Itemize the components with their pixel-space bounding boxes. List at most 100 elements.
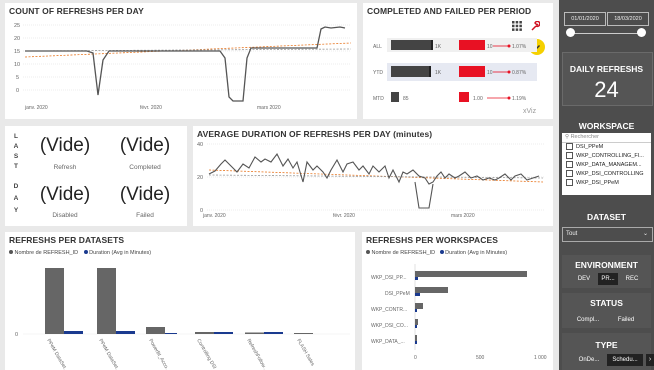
disabled-caption: Disabled bbox=[52, 212, 78, 219]
date-to[interactable]: 18/03/2020 bbox=[607, 12, 649, 26]
type-ondemand-button[interactable]: OnDe... bbox=[574, 354, 604, 366]
date-slider-track[interactable] bbox=[571, 33, 641, 34]
x-tick: févr. 2020 bbox=[333, 213, 355, 219]
last-day-card: LAST DAY (Vide) Refresh (Vide) Completed… bbox=[5, 126, 187, 226]
row-label: MTD bbox=[373, 96, 384, 102]
x-tick: 1 000 bbox=[534, 355, 547, 361]
completed-caption: Completed bbox=[129, 164, 161, 171]
dataset-label: DATASET bbox=[587, 212, 626, 222]
row-count: 1K bbox=[435, 44, 442, 50]
per-workspaces-card: REFRESHS PER WORKSPACES Nombre de REFRES… bbox=[362, 232, 553, 370]
date-from[interactable]: 01/01/2020 bbox=[564, 12, 606, 26]
row-count: 85 bbox=[403, 96, 409, 102]
status-label: STATUS bbox=[590, 298, 623, 308]
x-tick: mars 2020 bbox=[451, 213, 475, 219]
date-slider-start-handle[interactable] bbox=[566, 28, 575, 37]
workspace-item[interactable]: WKP_DATA_MANAGEM... bbox=[566, 161, 651, 170]
avg-duration-card: AVERAGE DURATION OF REFRESHS PER DAY (mi… bbox=[193, 126, 553, 226]
chevron-down-icon: ⌄ bbox=[642, 231, 648, 237]
row-label: YTD bbox=[373, 70, 383, 76]
x-tick: mars 2020 bbox=[257, 105, 281, 111]
daily-refresh-label: DAILY REFRESHS bbox=[569, 64, 644, 74]
y-tick: 10 bbox=[14, 62, 20, 68]
row-fail: 1.00 bbox=[473, 96, 483, 102]
category-label: WKP_DATA_... bbox=[371, 339, 405, 345]
status-completed-button[interactable]: Compl... bbox=[573, 314, 603, 326]
date-slider-end-handle[interactable] bbox=[637, 28, 646, 37]
y-tick: 5 bbox=[16, 75, 19, 81]
dataset-dropdown[interactable]: Tout ⌄ bbox=[562, 227, 653, 242]
checkbox-icon bbox=[566, 143, 573, 151]
category-label: FLASH Sales bbox=[295, 338, 315, 367]
env-prod-button[interactable]: PR... bbox=[598, 273, 618, 285]
x-tick: févr. 2020 bbox=[140, 105, 162, 111]
status-failed-button[interactable]: Failed bbox=[611, 314, 641, 326]
completed-failed-card: COMPLETED AND FAILED PER PERIOD ALL 1K 1… bbox=[363, 3, 553, 119]
x-tick: janv. 2020 bbox=[24, 105, 48, 111]
row-count: 1K bbox=[435, 70, 442, 76]
x-tick: janv. 2020 bbox=[202, 213, 226, 219]
category-label: RefreshFollow... bbox=[245, 338, 268, 370]
row-pct: 1.07% bbox=[512, 44, 527, 50]
y-tick: 20 bbox=[14, 36, 20, 42]
workspaces-chart: WKP_DSI_PP... DSI_PPeM WKP_CONTR... WKP_… bbox=[371, 264, 547, 361]
row-label: ALL bbox=[373, 44, 382, 50]
category-label: DSI_PPeM bbox=[385, 291, 410, 297]
workspace-item[interactable]: WKP_DSI_CONTROLLING bbox=[566, 170, 651, 179]
search-icon: ⚲ bbox=[565, 134, 570, 140]
type-scheduled-button[interactable]: Schedu... bbox=[607, 354, 643, 366]
workspace-label: WORKSPACE bbox=[578, 121, 635, 131]
y-tick: 25 bbox=[14, 23, 20, 29]
row-fail: 10 bbox=[487, 44, 493, 50]
x-tick: 500 bbox=[476, 355, 485, 361]
disabled-value: (Vide) bbox=[39, 184, 91, 205]
y-tick: 15 bbox=[14, 49, 20, 55]
category-label: WKP_DSI_CO... bbox=[371, 323, 408, 329]
refresh-caption: Refresh bbox=[53, 164, 77, 171]
type-label: TYPE bbox=[595, 340, 618, 350]
completed-value: (Vide) bbox=[119, 135, 171, 156]
row-pct: 0.87% bbox=[512, 70, 527, 76]
category-label: PowerBI_Acco... bbox=[147, 338, 171, 370]
checkbox-icon bbox=[566, 179, 573, 187]
workspace-search[interactable]: ⚲ Rechercher bbox=[562, 133, 651, 143]
row-fail: 10 bbox=[487, 70, 493, 76]
chevron-right-icon[interactable]: › bbox=[646, 354, 654, 366]
workspace-item[interactable]: WKP_DSI_PPeM bbox=[566, 179, 651, 188]
y-tick: 20 bbox=[197, 175, 203, 181]
checkbox-icon bbox=[566, 170, 573, 178]
refresh-per-day-chart: 25 20 15 10 5 0 janv. 2020 févr. 2020 ma… bbox=[14, 23, 352, 111]
refresh-value: (Vide) bbox=[39, 135, 91, 156]
y-tick: 40 bbox=[197, 142, 203, 148]
checkbox-icon bbox=[566, 152, 573, 160]
category-label: PPeM DataSet... bbox=[97, 338, 121, 370]
avg-duration-chart: 40 20 0 janv. 2020 févr. 2020 mars 2020 bbox=[197, 142, 545, 219]
env-rec-button[interactable]: REC bbox=[621, 273, 643, 285]
workspace-item[interactable]: DSI_PPeM bbox=[566, 143, 651, 152]
daily-refresh-value: 24 bbox=[594, 77, 619, 102]
failed-value: (Vide) bbox=[119, 184, 171, 205]
failed-caption: Failed bbox=[136, 212, 154, 219]
per-datasets-card: REFRESHS PER DATASETS Nombre de REFRESH_… bbox=[5, 232, 355, 370]
environment-label: ENVIRONMENT bbox=[575, 260, 638, 270]
workspace-item[interactable]: WKP_CONTROLLING_FI... bbox=[566, 152, 651, 161]
day-label: DAY bbox=[13, 183, 19, 214]
category-label: PPeM DataSet... bbox=[45, 338, 69, 370]
search-placeholder: Rechercher bbox=[570, 134, 599, 140]
datasets-chart: 0 PPeM DataSet... PPeM DataSet... PowerB… bbox=[15, 268, 350, 370]
x-tick: 0 bbox=[414, 355, 417, 361]
refresh-per-day-card: COUNT OF REFRESHS PER DAY 25 20 15 10 5 … bbox=[5, 3, 357, 119]
env-dev-button[interactable]: DEV bbox=[573, 273, 595, 285]
y-tick: 0 bbox=[15, 332, 18, 338]
last-label: LAST bbox=[13, 133, 19, 170]
dataset-value: Tout bbox=[566, 231, 578, 237]
category-label: Controlling DSI bbox=[195, 338, 217, 370]
workspace-filter: ⚲ Rechercher DSI_PPeM WKP_CONTROLLING_FI… bbox=[562, 133, 651, 195]
checkbox-icon bbox=[566, 161, 573, 169]
completed-failed-chart: ALL 1K 10 1.07% YTD 1K 10 0.87% MTD 85 1… bbox=[373, 38, 537, 115]
category-label: WKP_DSI_PP... bbox=[371, 275, 406, 281]
y-tick: 0 bbox=[16, 88, 19, 94]
category-label: WKP_CONTR... bbox=[371, 307, 407, 313]
xviz-logo: xViz bbox=[523, 108, 537, 115]
row-pct: 1.19% bbox=[512, 96, 527, 102]
